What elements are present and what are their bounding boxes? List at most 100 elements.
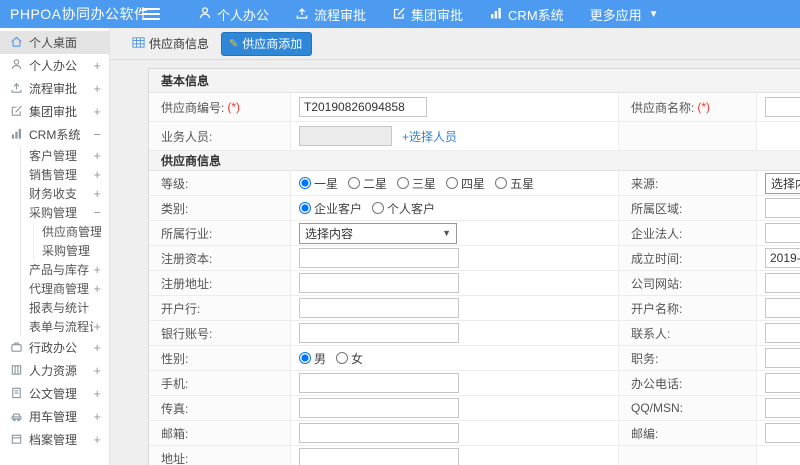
nav-label: 集团审批: [411, 7, 464, 23]
radio-option[interactable]: 五星: [495, 175, 534, 192]
expand-icon[interactable]: +: [93, 281, 101, 296]
radio-option[interactable]: 男: [299, 350, 326, 367]
expand-icon[interactable]: +: [93, 58, 101, 73]
sidebar-item-sales-mgmt[interactable]: 销售管理 +: [21, 165, 109, 184]
collapse-icon[interactable]: −: [93, 127, 101, 142]
radio-option[interactable]: 个人客户: [372, 200, 435, 217]
expand-icon[interactable]: +: [93, 148, 101, 163]
sidebar-item-personal-office[interactable]: 个人办公 +: [0, 54, 109, 77]
registered-address-input[interactable]: [299, 273, 459, 293]
sidebar-item-archive-mgmt[interactable]: 档案管理 +: [0, 428, 109, 451]
expand-icon[interactable]: +: [93, 386, 101, 401]
sidebar-item-customer-mgmt[interactable]: 客户管理 +: [21, 146, 109, 165]
section-title: 供应商信息: [149, 151, 800, 171]
qq-msn-input[interactable]: [765, 398, 800, 418]
field-label: 银行账号:: [149, 321, 291, 345]
radio-option[interactable]: 一星: [299, 175, 338, 192]
nav-label: 更多应用: [589, 7, 642, 23]
radio-option[interactable]: 四星: [446, 175, 485, 192]
form-row: 性别: 男 女 职务:: [149, 346, 800, 371]
sidebar-item-product-inventory[interactable]: 产品与库存 +: [21, 260, 109, 279]
radio-option[interactable]: 企业客户: [299, 200, 362, 217]
sidebar-item-document-mgmt[interactable]: 公文管理 +: [0, 382, 109, 405]
expand-icon[interactable]: +: [93, 432, 101, 447]
office-phone-input[interactable]: [765, 373, 800, 393]
supplier-code-input[interactable]: [299, 97, 427, 117]
expand-icon[interactable]: +: [93, 186, 101, 201]
form-row: 类别: 企业客户 个人客户 所属区域:: [149, 196, 800, 221]
region-input[interactable]: [765, 198, 800, 218]
email-input[interactable]: [299, 423, 459, 443]
sidebar-item-finance[interactable]: 财务收支 +: [21, 184, 109, 203]
sidebar-item-form-workflow-settings[interactable]: 表单与流程设置+: [21, 317, 109, 336]
form-row: 业务人员: +选择人员: [149, 122, 800, 151]
form-row: 手机: 办公电话:: [149, 371, 800, 396]
nav-more-apps[interactable]: 更多应用 ▼: [590, 5, 659, 24]
field-label: 来源:: [619, 171, 757, 195]
expand-icon[interactable]: +: [93, 363, 101, 378]
field-label: 供应商编号: (*): [149, 93, 291, 121]
legal-person-input[interactable]: [765, 223, 800, 243]
tab-supplier-add[interactable]: ✎ 供应商添加: [221, 31, 313, 56]
expand-icon[interactable]: +: [93, 262, 101, 277]
industry-select[interactable]: 选择内容 ▼: [299, 222, 457, 244]
field-label: 传真:: [149, 396, 291, 420]
expand-icon[interactable]: +: [93, 81, 101, 96]
registered-capital-input[interactable]: [299, 248, 459, 268]
nav-crm-system[interactable]: CRM系统: [489, 5, 564, 24]
sidebar-item-group-approval[interactable]: 集团审批 +: [0, 100, 109, 123]
gender-radio-group: 男 女: [299, 350, 363, 367]
fax-input[interactable]: [299, 398, 459, 418]
contact-person-input[interactable]: [765, 323, 800, 343]
sidebar-item-vehicle-mgmt[interactable]: 用车管理 +: [0, 405, 109, 428]
website-input[interactable]: [765, 273, 800, 293]
field-label: 成立时间:: [619, 246, 757, 270]
collapse-icon[interactable]: −: [93, 205, 101, 220]
sidebar-item-workflow-approval[interactable]: 流程审批 +: [0, 77, 109, 100]
select-person-link[interactable]: +选择人员: [402, 128, 457, 145]
sidebar-item-admin-office[interactable]: 行政办公 +: [0, 336, 109, 359]
supplier-name-input[interactable]: [765, 97, 800, 117]
document-icon: [10, 386, 29, 402]
sidebar-item-agent-mgmt[interactable]: 代理商管理 +: [21, 279, 109, 298]
pencil-icon: ✎: [229, 37, 239, 50]
tab-supplier-info[interactable]: 供应商信息: [132, 35, 209, 52]
expand-icon[interactable]: +: [93, 104, 101, 119]
bank-input[interactable]: [299, 298, 459, 318]
mobile-input[interactable]: [299, 373, 459, 393]
user-icon: [10, 58, 29, 74]
expand-icon[interactable]: +: [93, 409, 101, 424]
menu-toggle-icon[interactable]: [142, 8, 160, 20]
sidebar-item-purchase-mgmt[interactable]: 采购管理 −: [21, 203, 109, 222]
radio-option[interactable]: 三星: [397, 175, 436, 192]
radio-option[interactable]: 女: [336, 350, 363, 367]
field-label: 开户名称:: [619, 296, 757, 320]
sidebar-item-purchasing[interactable]: 采购管理: [34, 241, 109, 260]
postcode-input[interactable]: [765, 423, 800, 443]
field-label: 办公电话:: [619, 371, 757, 395]
field-label: 所属行业:: [149, 221, 291, 245]
founded-date-input[interactable]: [765, 248, 800, 268]
job-title-input[interactable]: [765, 348, 800, 368]
radio-option[interactable]: 二星: [348, 175, 387, 192]
sidebar-item-human-resources[interactable]: 人力资源 +: [0, 359, 109, 382]
bar-chart-icon: [489, 6, 503, 23]
top-nav: 个人办公 流程审批 集团审批 CRM系统 更多应用 ▼: [198, 5, 659, 24]
nav-workflow-approval[interactable]: 流程审批: [295, 5, 366, 24]
source-select[interactable]: 选择内容▼: [765, 172, 800, 194]
sidebar-item-crm-system[interactable]: CRM系统 −: [0, 123, 109, 146]
account-name-input[interactable]: [765, 298, 800, 318]
nav-group-approval[interactable]: 集团审批: [392, 5, 463, 24]
form-row: 注册地址: 公司网站:: [149, 271, 800, 296]
address-input[interactable]: [299, 448, 459, 465]
expand-icon[interactable]: +: [93, 340, 101, 355]
sidebar-item-supplier-mgmt[interactable]: 供应商管理: [34, 222, 109, 241]
field-label: 供应商名称: (*): [619, 93, 757, 121]
section-title: 基本信息: [149, 69, 800, 93]
bank-account-input[interactable]: [299, 323, 459, 343]
sidebar-item-personal-desktop[interactable]: 个人桌面: [0, 31, 109, 54]
nav-personal-office[interactable]: 个人办公: [198, 5, 269, 24]
expand-icon[interactable]: +: [93, 319, 101, 334]
expand-icon[interactable]: +: [93, 167, 101, 182]
sidebar-item-reports-stats[interactable]: 报表与统计: [21, 298, 109, 317]
